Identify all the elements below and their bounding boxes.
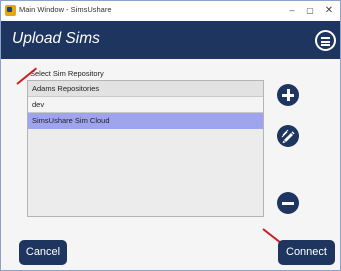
hamburger-menu-icon[interactable] xyxy=(315,30,336,51)
remove-repository-button[interactable] xyxy=(277,192,299,214)
repository-label: Select Sim Repository xyxy=(30,69,104,78)
pen-icon xyxy=(281,129,295,143)
add-repository-button[interactable] xyxy=(277,84,299,106)
minimize-button[interactable]: – xyxy=(284,3,300,18)
edit-repository-button[interactable] xyxy=(277,125,299,147)
minus-icon xyxy=(282,201,294,205)
repository-list[interactable]: Adams Repositories dev SimsUshare Sim Cl… xyxy=(27,80,264,217)
list-item[interactable]: Adams Repositories xyxy=(28,81,263,97)
connect-button[interactable]: Connect xyxy=(278,240,335,265)
app-logo-icon xyxy=(5,5,16,16)
main-window: Main Window - SimsUshare – ▢ ✕ Upload Si… xyxy=(0,0,341,271)
page-title: Upload Sims xyxy=(12,30,100,47)
page-header: Upload Sims xyxy=(1,21,340,59)
title-bar: Main Window - SimsUshare – ▢ ✕ xyxy=(1,1,340,21)
cancel-button[interactable]: Cancel xyxy=(19,240,67,265)
window-title: Main Window - SimsUshare xyxy=(19,5,112,14)
main-content: Select Sim Repository Adams Repositories… xyxy=(1,59,340,270)
list-item[interactable]: dev xyxy=(28,97,263,113)
list-item-selected[interactable]: SimsUshare Sim Cloud xyxy=(28,113,263,129)
close-button[interactable]: ✕ xyxy=(321,3,337,18)
maximize-button[interactable]: ▢ xyxy=(302,3,318,18)
